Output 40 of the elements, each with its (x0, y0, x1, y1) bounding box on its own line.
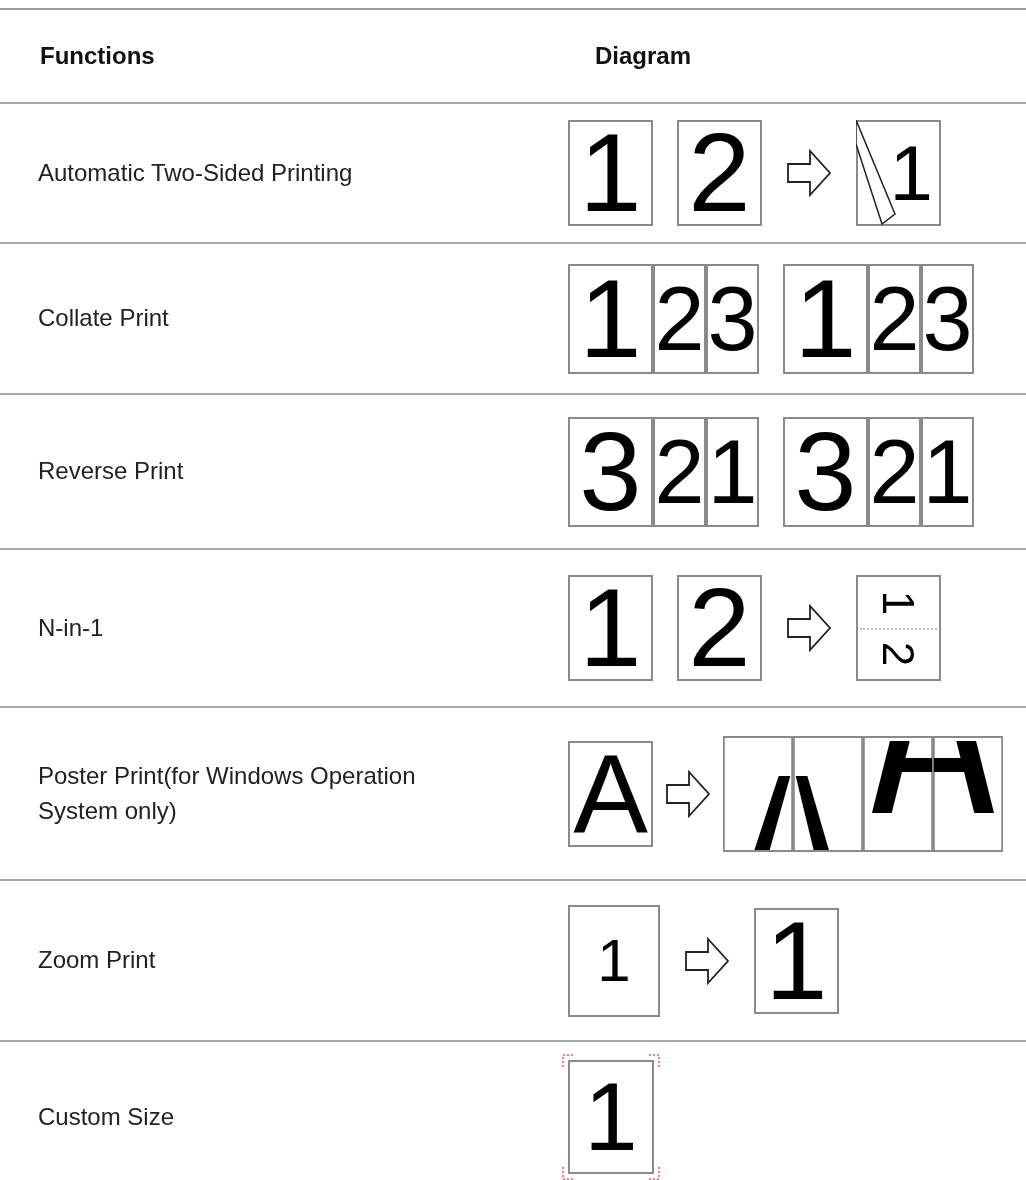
page-number: 3 (794, 415, 857, 528)
page-number: 2 (688, 117, 751, 229)
function-name: Custom Size (37, 1101, 176, 1132)
column-header: Diagram (594, 42, 693, 70)
page-number: 2 (876, 641, 921, 666)
page-number: 1 (922, 426, 973, 517)
page-number: 2 (869, 426, 920, 517)
page-number: 1 (765, 904, 828, 1017)
page-number: 2 (869, 273, 920, 364)
page-number: 1 (707, 426, 758, 517)
function-name: Automatic Two-Sided Printing (37, 157, 354, 188)
arrow-icon (665, 769, 711, 818)
arrow-icon (786, 149, 832, 197)
crop-mark-icon (646, 1054, 660, 1068)
page-number: 3 (579, 415, 642, 528)
function-name: Reverse Print (37, 456, 185, 487)
arrow-icon (786, 604, 832, 652)
function-name: Zoom Print (37, 945, 157, 976)
function-name: N-in-1 (37, 612, 105, 643)
page-number: A (573, 737, 648, 850)
column-header: Functions (39, 42, 156, 70)
page-number: 1 (597, 930, 631, 991)
page-number: 1 (579, 572, 642, 684)
page-number: 2 (688, 572, 751, 684)
page-number: 2 (654, 426, 705, 517)
page-number: 3 (922, 273, 973, 364)
crop-mark-icon (562, 1166, 576, 1180)
page-number: 1 (579, 117, 642, 229)
function-name: Collate Print (37, 303, 170, 334)
page-number: 1 (889, 134, 933, 212)
page-number: 1 (579, 262, 642, 375)
function-name: Poster Print(for Windows Operation System only) (37, 760, 417, 826)
page-number: 3 (707, 273, 758, 364)
page-number: 2 (654, 273, 705, 364)
page-number: 1 (584, 1069, 638, 1165)
crop-mark-icon (646, 1166, 660, 1180)
crop-mark-icon (562, 1054, 576, 1068)
page-number: 1 (794, 262, 857, 375)
arrow-icon (684, 936, 730, 985)
page-number: 1 (876, 590, 921, 615)
